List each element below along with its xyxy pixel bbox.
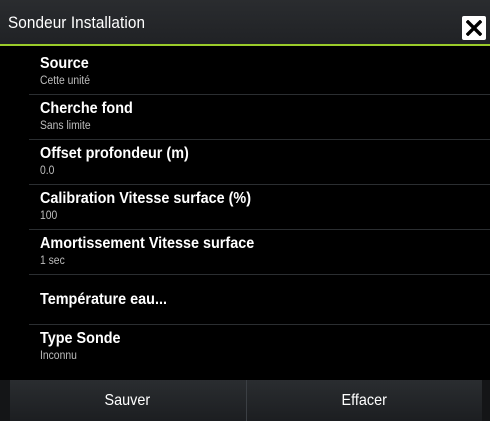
clear-button-label: Effacer: [341, 391, 387, 409]
source-item[interactable]: Source Cette unité: [29, 50, 490, 95]
footer-edge: [482, 380, 490, 421]
settings-list: Source Cette unité Cherche fond Sans lim…: [0, 50, 490, 370]
save-button-label: Sauver: [104, 391, 151, 409]
save-button[interactable]: Sauver: [10, 380, 246, 421]
item-value: 1 sec: [40, 255, 65, 267]
transducer-type-item[interactable]: Type Sonde Inconnu: [29, 325, 490, 370]
speed-damping-item[interactable]: Amortissement Vitesse surface 1 sec: [29, 230, 490, 275]
item-value: Inconnu: [40, 350, 77, 362]
title-bar: Sondeur Installation: [0, 0, 490, 46]
footer-edge: [0, 380, 10, 421]
water-temperature-item[interactable]: Température eau...: [29, 275, 490, 325]
item-label: Température eau...: [40, 291, 167, 308]
dialog-title: Sondeur Installation: [8, 13, 146, 32]
sounder-installation-dialog: Sondeur Installation Source Cette unité …: [0, 0, 490, 421]
depth-offset-item[interactable]: Offset profondeur (m) 0.0: [29, 140, 490, 185]
close-button[interactable]: [462, 16, 486, 40]
item-value: Sans limite: [40, 120, 91, 132]
close-icon: [466, 20, 482, 36]
footer-bar: Sauver Effacer: [0, 380, 490, 421]
item-label: Amortissement Vitesse surface: [40, 235, 255, 252]
item-label: Type Sonde: [40, 330, 121, 347]
item-value: Cette unité: [40, 75, 91, 87]
item-value: 100: [40, 210, 58, 222]
item-label: Offset profondeur (m): [40, 145, 189, 162]
item-label: Cherche fond: [40, 100, 133, 117]
item-value: 0.0: [40, 165, 55, 177]
bottom-search-item[interactable]: Cherche fond Sans limite: [29, 95, 490, 140]
speed-calibration-item[interactable]: Calibration Vitesse surface (%) 100: [29, 185, 490, 230]
item-label: Calibration Vitesse surface (%): [40, 190, 252, 207]
clear-button[interactable]: Effacer: [246, 380, 482, 421]
item-label: Source: [40, 55, 89, 72]
